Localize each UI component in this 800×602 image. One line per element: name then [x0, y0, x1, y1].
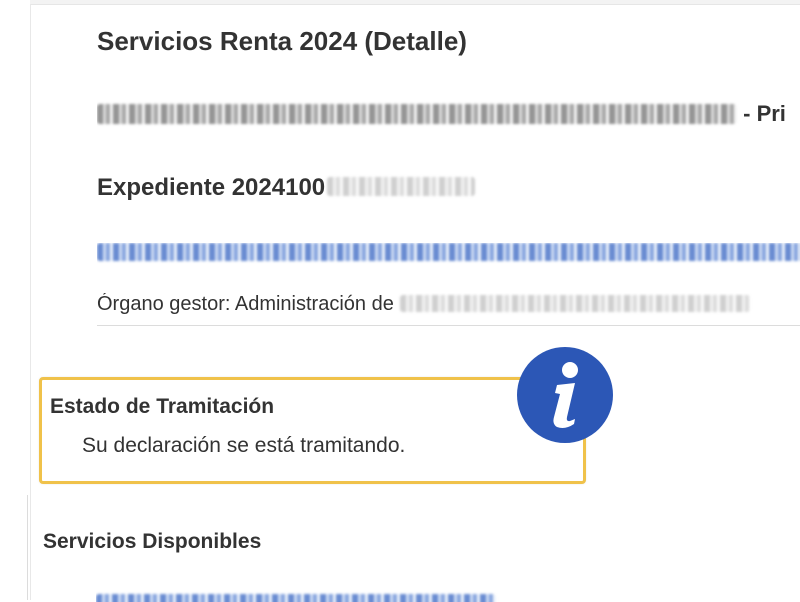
procedure-suffix: - Pri	[743, 101, 786, 127]
organo-gestor-line: Órgano gestor: Administración de	[97, 293, 800, 323]
top-frame-edge	[30, 0, 800, 5]
procedure-line: - Pri	[97, 100, 800, 136]
left-frame-edge-lower	[27, 495, 28, 600]
redacted-service-link	[96, 594, 496, 602]
status-title: Estado de Tramitación	[50, 395, 275, 418]
status-panel: Estado de Tramitación Su declaración se …	[39, 377, 586, 484]
expediente-label: Expediente 2024100	[97, 174, 326, 201]
redacted-expediente-number	[327, 177, 476, 197]
info-icon	[517, 347, 613, 443]
apoderado-access-link[interactable]	[97, 243, 800, 269]
redacted-organo-name	[399, 294, 750, 312]
redacted-apoderado-text	[97, 243, 800, 261]
expediente-heading: Expediente 2024100	[97, 174, 476, 202]
left-frame-edge	[30, 4, 31, 600]
redacted-procedure-text	[97, 104, 737, 125]
section-divider	[97, 325, 800, 326]
organo-label: Órgano gestor: Administración de	[97, 293, 394, 315]
status-message: Su declaración se está tramitando.	[82, 434, 406, 457]
services-heading: Servicios Disponibles	[43, 530, 262, 553]
page-title: Servicios Renta 2024 (Detalle)	[97, 26, 467, 56]
